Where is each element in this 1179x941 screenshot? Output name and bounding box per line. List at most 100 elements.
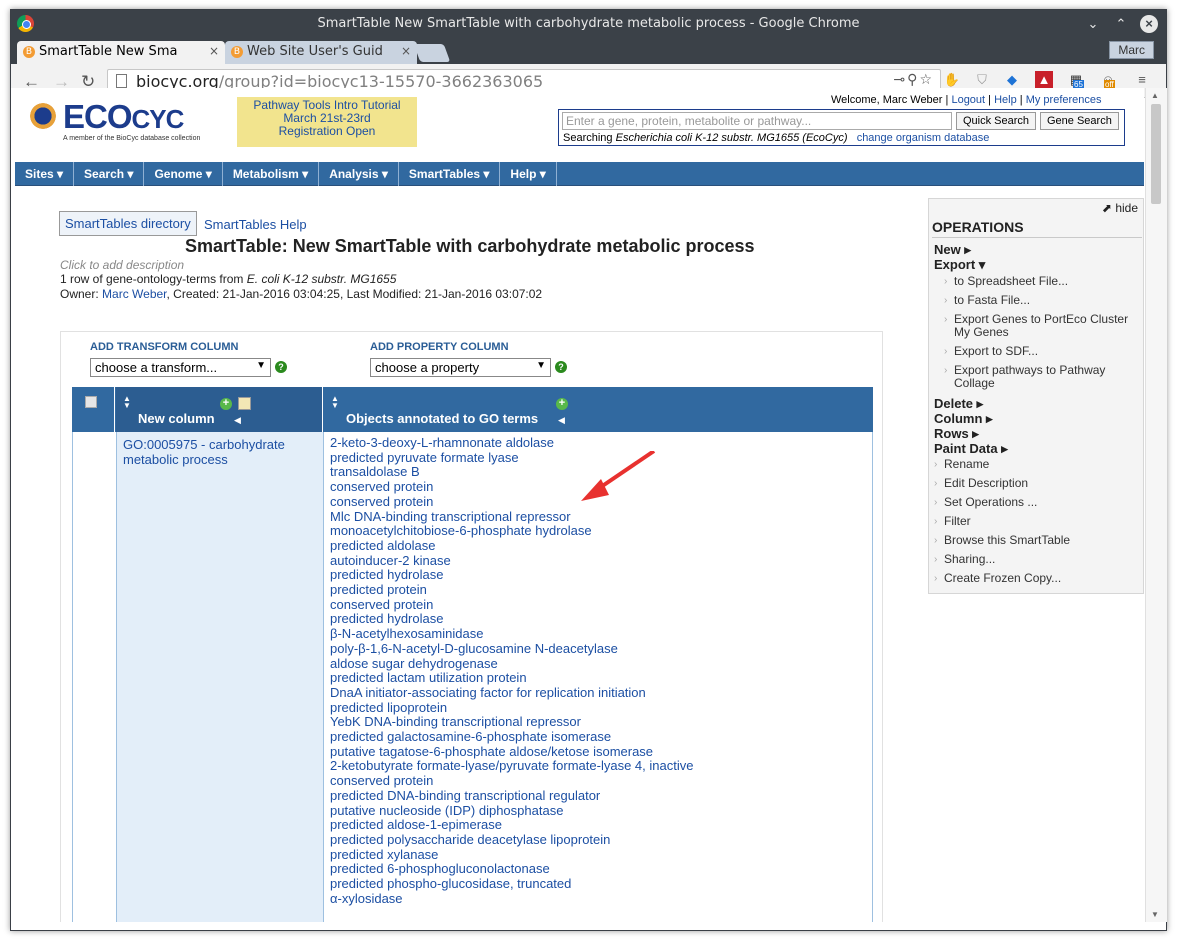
object-link[interactable]: Mlc DNA-binding transcriptional represso… [330, 509, 866, 525]
extension-badge-65-icon[interactable]: 65▦ [1067, 71, 1085, 89]
scroll-up-icon[interactable]: ▲ [1151, 91, 1159, 100]
object-link[interactable]: conserved protein [330, 597, 866, 613]
add-column-icon[interactable]: + [220, 398, 232, 410]
object-link[interactable]: predicted lipoprotein [330, 700, 866, 716]
object-link[interactable]: putative tagatose-6-phosphate aldose/ket… [330, 744, 866, 760]
object-link[interactable]: monoacetylchitobiose-6-phosphate hydrola… [330, 524, 866, 539]
object-link[interactable]: predicted DNA-binding transcriptional re… [330, 788, 866, 804]
object-link[interactable]: DnaA initiator-associating factor for re… [330, 685, 866, 701]
sort-icon[interactable]: ▲ ▼ [123, 395, 131, 410]
profile-button[interactable]: Marc [1109, 41, 1154, 59]
edit-column-icon[interactable] [238, 397, 251, 410]
scroll-down-icon[interactable]: ▼ [1151, 910, 1159, 919]
bookmark-star-icon[interactable]: ⊸⚲☆ [893, 72, 934, 88]
search-input[interactable]: Enter a gene, protein, metabolite or pat… [562, 112, 952, 130]
object-link[interactable]: 2-keto-3-deoxy-L-rhamnonate aldolase [330, 435, 866, 451]
go-term-link[interactable]: GO:0005975 - carbohydrate metabolic proc… [123, 437, 285, 467]
object-link[interactable]: predicted lactam utilization protein [330, 671, 866, 686]
select-all-checkbox[interactable] [85, 396, 97, 408]
object-link[interactable]: conserved protein [330, 773, 866, 789]
op-export[interactable]: Export ▾ [934, 257, 1142, 272]
hide-panel-button[interactable]: ⬈ hide [1102, 201, 1138, 215]
menu-analysis[interactable]: Analysis ▾ [319, 162, 399, 186]
extension-red-icon[interactable]: ▲ [1035, 71, 1053, 89]
object-link[interactable]: predicted protein [330, 582, 866, 598]
object-link[interactable]: predicted 6-phosphogluconolactonase [330, 862, 866, 877]
extension-diamond-icon[interactable]: ◆ [1003, 71, 1021, 89]
page-scrollbar[interactable]: ▲ ▼ [1145, 88, 1167, 922]
op-rows[interactable]: Rows ▸ [934, 426, 1142, 441]
help-question-icon[interactable]: ? [555, 361, 567, 373]
transform-select[interactable]: choose a transform... ▼ [90, 358, 271, 377]
object-link[interactable]: predicted hydrolase [330, 612, 866, 627]
minimize-icon[interactable]: ⌄ [1084, 15, 1102, 33]
move-left-icon[interactable]: ◀ [234, 415, 241, 426]
menu-smarttables[interactable]: SmartTables ▾ [399, 162, 501, 186]
extension-hand-icon[interactable]: ✋ [943, 71, 961, 89]
op-browse[interactable]: Browse this SmartTable [934, 534, 1142, 548]
op-paint-data[interactable]: Paint Data ▸ [934, 441, 1142, 456]
menu-icon[interactable]: ≡ [1133, 71, 1151, 89]
op-set-operations[interactable]: Set Operations ... [934, 496, 1142, 510]
object-link[interactable]: β-N-acetylhexosaminidase [330, 626, 866, 642]
menu-genome[interactable]: Genome ▾ [144, 162, 223, 186]
move-left-icon[interactable]: ◀ [558, 415, 565, 426]
object-link[interactable]: autoinducer-2 kinase [330, 553, 866, 569]
export-sdf[interactable]: Export to SDF... [934, 345, 1142, 359]
object-link[interactable]: predicted aldose-1-epimerase [330, 818, 866, 833]
ecocyc-logo[interactable]: ECOCYC A member of the BioCyc database c… [23, 96, 223, 146]
export-porteco[interactable]: Export Genes to PortEco Cluster My Genes [934, 313, 1142, 339]
tutorial-promo[interactable]: Pathway Tools Intro Tutorial March 21st-… [237, 97, 417, 147]
change-organism-link[interactable]: change organism database [857, 132, 990, 144]
smarttables-directory-button[interactable]: SmartTables directory [59, 211, 197, 236]
export-spreadsheet[interactable]: to Spreadsheet File... [934, 275, 1142, 289]
tab-close-icon[interactable]: × [209, 44, 219, 58]
op-column[interactable]: Column ▸ [934, 411, 1142, 426]
object-link[interactable]: putative nucleoside (IDP) diphosphatase [330, 803, 866, 819]
object-link[interactable]: 2-ketobutyrate formate-lyase/pyruvate fo… [330, 759, 866, 774]
op-sharing[interactable]: Sharing... [934, 553, 1142, 567]
menu-sites[interactable]: Sites ▾ [15, 162, 75, 186]
description-placeholder[interactable]: Click to add description [60, 258, 184, 272]
sort-icon[interactable]: ▲ ▼ [331, 395, 339, 410]
export-pathway-collage[interactable]: Export pathways to Pathway Collage [934, 364, 1142, 390]
object-link[interactable]: aldose sugar dehydrogenase [330, 656, 866, 672]
owner-link[interactable]: Marc Weber [102, 287, 166, 301]
scroll-thumb[interactable] [1151, 104, 1161, 204]
op-delete[interactable]: Delete ▸ [934, 396, 1142, 411]
gene-search-button[interactable]: Gene Search [1040, 112, 1119, 130]
smarttables-help-link[interactable]: SmartTables Help [204, 217, 307, 232]
tab-close-icon[interactable]: × [401, 44, 411, 58]
object-link[interactable]: YebK DNA-binding transcriptional repress… [330, 715, 866, 730]
close-icon[interactable]: × [1140, 15, 1158, 33]
object-link[interactable]: predicted galactosamine-6-phosphate isom… [330, 729, 866, 745]
row-checkbox-cell[interactable] [72, 432, 116, 922]
extension-shield-icon[interactable]: ⛉ [973, 71, 991, 89]
op-filter[interactable]: Filter [934, 515, 1142, 529]
new-tab-button[interactable] [413, 44, 451, 62]
object-link[interactable]: predicted aldolase [330, 538, 866, 554]
menu-search[interactable]: Search ▾ [74, 162, 145, 186]
object-link[interactable]: predicted xylanase [330, 847, 866, 863]
preferences-link[interactable]: My preferences [1026, 94, 1102, 106]
object-link[interactable]: poly-β-1,6-N-acetyl-D-glucosamine N-deac… [330, 641, 866, 657]
object-link[interactable]: α-xylosidase [330, 891, 866, 907]
logout-link[interactable]: Logout [951, 94, 985, 106]
op-frozen-copy[interactable]: Create Frozen Copy... [934, 572, 1142, 586]
object-link[interactable]: predicted polysaccharide deacetylase lip… [330, 832, 866, 848]
op-edit-description[interactable]: Edit Description [934, 477, 1142, 491]
property-select[interactable]: choose a property ▼ [370, 358, 551, 377]
quick-search-button[interactable]: Quick Search [956, 112, 1037, 130]
menu-help[interactable]: Help ▾ [500, 162, 557, 186]
tab-smarttable[interactable]: B SmartTable New Sma × [17, 41, 225, 64]
object-link[interactable]: predicted phospho-glucosidase, truncated [330, 876, 866, 892]
help-link[interactable]: Help [994, 94, 1017, 106]
object-link[interactable]: predicted hydrolase [330, 568, 866, 583]
menu-metabolism[interactable]: Metabolism ▾ [223, 162, 320, 186]
tab-users-guide[interactable]: B Web Site User's Guid × [225, 41, 417, 64]
maximize-icon[interactable]: ⌃ [1112, 15, 1130, 33]
op-new[interactable]: New ▸ [934, 242, 1142, 257]
help-question-icon[interactable]: ? [275, 361, 287, 373]
export-fasta[interactable]: to Fasta File... [934, 294, 1142, 308]
op-rename[interactable]: Rename [934, 458, 1142, 472]
